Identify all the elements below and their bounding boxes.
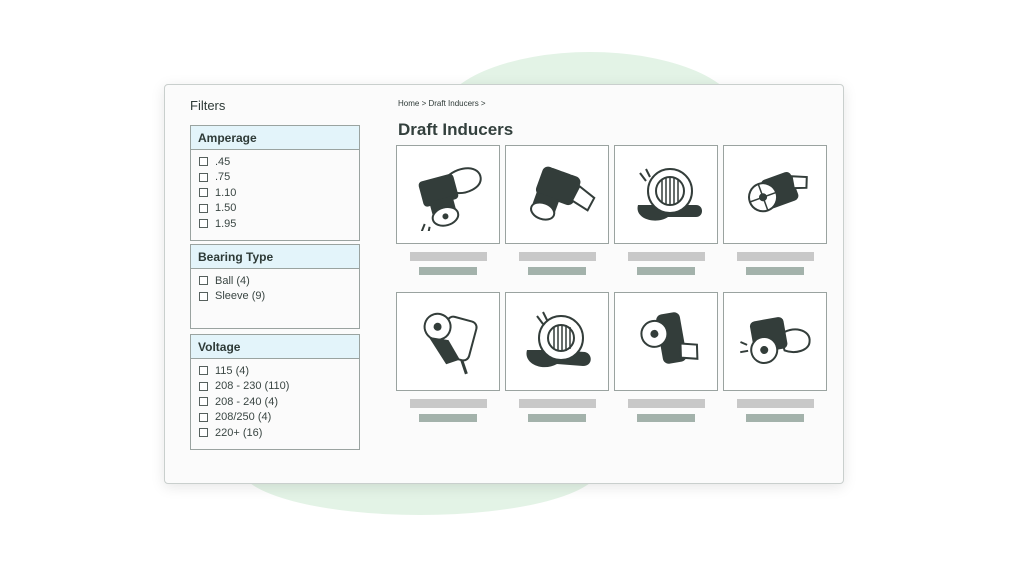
product-card[interactable] <box>505 292 609 422</box>
checkbox[interactable] <box>199 188 208 198</box>
filter-option[interactable]: 220+ (16) <box>199 425 359 441</box>
filter-option[interactable]: Ball (4) <box>199 273 359 289</box>
product-price-placeholder <box>637 414 695 422</box>
filter-option-label: Ball (4) <box>215 274 250 287</box>
product-card[interactable] <box>723 145 827 275</box>
product-price-placeholder <box>746 267 804 275</box>
filters-title: Filters <box>190 98 226 113</box>
product-name-placeholder <box>627 252 705 261</box>
draft-inducer-icon <box>418 166 482 231</box>
filter-option[interactable]: 208 - 240 (4) <box>199 394 359 410</box>
filter-group-amperage: Amperage .45 .75 1.10 1.50 1.95 <box>190 125 360 241</box>
checkbox[interactable] <box>199 219 208 229</box>
product-name-placeholder <box>627 399 705 408</box>
filter-option-label: 208 - 240 (4) <box>215 395 278 408</box>
product-thumbnail[interactable] <box>396 292 500 391</box>
product-price-placeholder <box>528 267 586 275</box>
filter-option-label: 1.10 <box>215 186 237 199</box>
product-price-placeholder <box>746 414 804 422</box>
checkbox[interactable] <box>199 366 208 376</box>
checkbox[interactable] <box>199 157 208 167</box>
filter-option-label: 115 (4) <box>215 364 250 377</box>
filter-group-voltage: Voltage 115 (4) 208 - 230 (110) 208 - 24… <box>190 334 360 450</box>
product-price-placeholder <box>528 414 586 422</box>
product-price-placeholder <box>637 267 695 275</box>
product-name-placeholder <box>518 252 596 261</box>
product-thumbnail[interactable] <box>505 145 609 244</box>
product-price-placeholder <box>419 414 477 422</box>
filter-option-label: 208 - 230 (110) <box>215 380 290 393</box>
product-thumbnail[interactable] <box>723 145 827 244</box>
product-thumbnail[interactable] <box>614 145 718 244</box>
app-window: Filters Amperage .45 .75 1.10 1.50 1.95 … <box>164 84 844 484</box>
draft-inducer-icon <box>740 316 811 364</box>
checkbox[interactable] <box>199 381 208 391</box>
draft-inducer-icon <box>637 167 702 221</box>
draft-inducer-icon <box>530 161 596 221</box>
checkbox[interactable] <box>199 276 208 286</box>
draft-inducer-icon <box>640 311 699 364</box>
product-card[interactable] <box>614 292 718 422</box>
product-card[interactable] <box>396 292 500 422</box>
checkbox[interactable] <box>199 397 208 407</box>
filter-option[interactable]: 208 - 230 (110) <box>199 379 359 395</box>
filter-option-label: 1.95 <box>215 217 237 230</box>
filter-option-label: 208/250 (4) <box>215 411 272 424</box>
checkbox[interactable] <box>199 291 208 301</box>
draft-inducer-icon <box>423 312 478 374</box>
product-name-placeholder <box>736 252 814 261</box>
filter-option[interactable]: 1.50 <box>199 201 359 217</box>
product-thumbnail[interactable] <box>723 292 827 391</box>
product-card[interactable] <box>614 145 718 275</box>
filter-option-label: .45 <box>215 155 231 168</box>
product-card[interactable] <box>723 292 827 422</box>
filter-group-title: Voltage <box>191 335 359 359</box>
product-card[interactable] <box>505 145 609 275</box>
filter-option-label: Sleeve (9) <box>215 290 266 303</box>
filter-group-bearing-type: Bearing Type Ball (4) Sleeve (9) <box>190 244 360 329</box>
filter-option-label: 1.50 <box>215 202 237 215</box>
product-price-placeholder <box>419 267 477 275</box>
filter-option-label: 220+ (16) <box>215 426 263 439</box>
filter-option[interactable]: .45 <box>199 154 359 170</box>
page-title: Draft Inducers <box>398 120 514 139</box>
filter-option[interactable]: 1.10 <box>199 185 359 201</box>
filter-option[interactable]: 1.95 <box>199 216 359 232</box>
product-name-placeholder <box>409 252 487 261</box>
product-name-placeholder <box>736 399 814 408</box>
filter-option[interactable]: Sleeve (9) <box>199 289 359 305</box>
filter-group-title: Bearing Type <box>191 245 359 269</box>
filter-option[interactable]: 115 (4) <box>199 363 359 379</box>
filter-option[interactable]: .75 <box>199 170 359 186</box>
product-thumbnail[interactable] <box>505 292 609 391</box>
checkbox[interactable] <box>199 203 208 213</box>
filter-group-title: Amperage <box>191 126 359 150</box>
product-name-placeholder <box>409 399 487 408</box>
checkbox[interactable] <box>199 428 208 438</box>
product-thumbnail[interactable] <box>396 145 500 244</box>
checkbox[interactable] <box>199 172 208 182</box>
filter-option-label: .75 <box>215 171 231 184</box>
product-card[interactable] <box>396 145 500 275</box>
checkbox[interactable] <box>199 412 208 422</box>
breadcrumb[interactable]: Home > Draft Inducers > <box>398 99 486 108</box>
draft-inducer-icon <box>748 171 808 212</box>
filter-option[interactable]: 208/250 (4) <box>199 410 359 426</box>
product-thumbnail[interactable] <box>614 292 718 391</box>
draft-inducer-icon <box>526 311 591 367</box>
product-name-placeholder <box>518 399 596 408</box>
